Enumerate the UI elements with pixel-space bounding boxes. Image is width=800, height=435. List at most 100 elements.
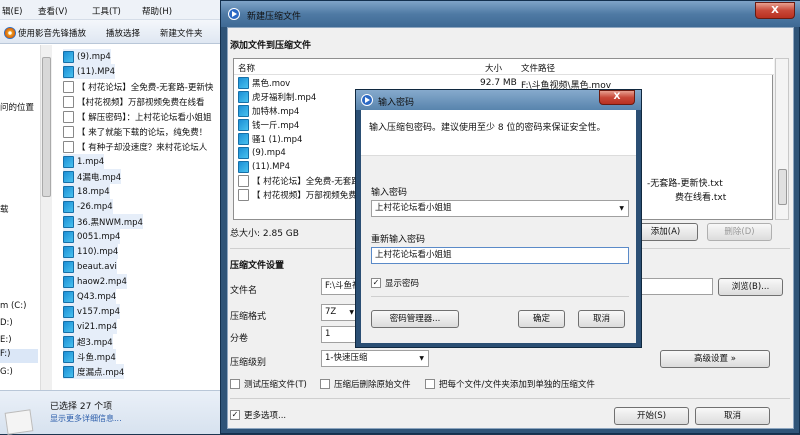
menu-view[interactable]: 查看(V): [38, 5, 67, 17]
table-row[interactable]: (11).MP4: [238, 160, 290, 174]
reenter-password-input[interactable]: 上村花论坛看小姐姐: [371, 247, 629, 264]
menu-tools[interactable]: 工具(T): [92, 5, 121, 17]
divider: [230, 398, 790, 399]
new-folder-button[interactable]: 新建文件夹: [160, 27, 203, 39]
list-item[interactable]: 【 解压密码】：上村花论坛看小姐姐: [63, 109, 211, 124]
list-item[interactable]: 4漏电.mp4: [63, 169, 122, 184]
show-details-link[interactable]: 显示更多详细信息...: [50, 413, 122, 424]
nav-item-drive-g[interactable]: G:): [0, 367, 13, 377]
table-row[interactable]: 【 村花视频】万部视频免费在线: [238, 188, 374, 202]
list-item[interactable]: Q43.mp4: [63, 289, 117, 304]
list-item[interactable]: 1.mp4: [63, 154, 105, 169]
list-item[interactable]: 【村花视频】万部视频免费在线看: [63, 94, 205, 109]
list-item[interactable]: beaut.avi: [63, 259, 117, 274]
nav-item-drive-e[interactable]: E:): [0, 335, 12, 345]
file-list: (9).mp4 (11).MP4 【 村花论坛】全免费-无套路-更新快 【村花视…: [53, 45, 225, 390]
more-options-checkbox[interactable]: ✓ 更多选项...: [230, 409, 286, 421]
list-item[interactable]: 【 来了就能下载的论坛，纯免费！: [63, 124, 207, 139]
video-file-icon: [63, 290, 74, 303]
list-item[interactable]: 18.mp4: [63, 184, 110, 199]
scrollbar-thumb[interactable]: [778, 169, 787, 205]
file-explorer-window: 辑(E) 查看(V) 工具(T) 帮助(H) 使用影音先锋播放 播放选择 新建文…: [0, 0, 225, 435]
status-bar: 已选择 27 个项 显示更多详细信息...: [0, 390, 225, 435]
password-dialog: 输入密码 X 输入压缩包密码。建议使用至少 8 位的密码来保证安全性。 输入密码…: [355, 89, 642, 348]
start-button[interactable]: 开始(S): [614, 407, 689, 425]
table-row[interactable]: (9).mp4: [238, 146, 286, 160]
col-path[interactable]: 文件路径: [521, 62, 555, 74]
table-row[interactable]: 骚1 (1).mp4: [238, 132, 302, 146]
advanced-settings-button[interactable]: 高级设置 »: [660, 350, 770, 368]
video-file-icon: [63, 65, 74, 78]
video-file-icon: [238, 91, 249, 103]
password-manager-button[interactable]: 密码管理器...: [371, 310, 459, 328]
list-item[interactable]: 0051.mp4: [63, 229, 121, 244]
password-input[interactable]: 上村花论坛看小姐姐: [371, 200, 629, 217]
delete-original-checkbox[interactable]: 压缩后删除原始文件: [320, 378, 411, 390]
close-button[interactable]: X: [599, 90, 635, 105]
list-item[interactable]: 【 村花论坛】全免费-无套路-更新快: [63, 79, 213, 94]
test-archive-checkbox[interactable]: 测试压缩文件(T): [230, 378, 307, 390]
browse-button[interactable]: 浏览(B)...: [718, 278, 783, 296]
play-selection-button[interactable]: 播放选择: [106, 27, 140, 39]
table-header: 名称 大小 文件路径: [234, 59, 774, 75]
check-icon: ✓: [371, 278, 381, 288]
table-row[interactable]: 加特林.mp4: [238, 104, 299, 118]
nav-item-drive-f[interactable]: F:): [0, 349, 38, 363]
list-item[interactable]: -26.mp4: [63, 199, 113, 214]
video-file-icon: [63, 50, 74, 63]
video-file-icon: [63, 365, 74, 378]
nav-item-drive-d[interactable]: D:): [0, 318, 13, 328]
show-password-checkbox[interactable]: ✓ 显示密码: [371, 277, 419, 289]
password-dialog-title: 输入密码: [378, 98, 415, 108]
table-row[interactable]: 钱一斤.mp4: [238, 118, 299, 132]
nav-item-drive-c[interactable]: m (C:): [0, 301, 26, 311]
list-item[interactable]: (9).mp4: [63, 49, 111, 64]
list-item[interactable]: 110).mp4: [63, 244, 119, 259]
table-scrollbar[interactable]: [775, 58, 789, 220]
cancel-button[interactable]: 取消: [578, 310, 625, 328]
table-row[interactable]: 【 村花论坛】全免费-无套路-: [238, 174, 363, 188]
video-file-icon: [63, 230, 74, 243]
password-titlebar[interactable]: 输入密码 X: [356, 90, 641, 110]
col-size[interactable]: 大小: [485, 62, 502, 74]
table-row[interactable]: 黑色.mov: [238, 76, 290, 90]
nav-scrollbar[interactable]: [40, 45, 52, 390]
remove-button[interactable]: 删除(D): [707, 223, 772, 241]
filename-field[interactable]: F:\斗鱼视: [321, 278, 359, 295]
ok-button[interactable]: 确定: [518, 310, 565, 328]
video-file-icon: [63, 260, 74, 273]
video-file-icon: [63, 350, 74, 363]
table-row[interactable]: 虎牙福利制.mp4: [238, 90, 316, 104]
app-icon: [361, 94, 373, 106]
level-select[interactable]: 1-快速压缩: [321, 350, 429, 367]
text-file-icon: [238, 189, 249, 201]
list-item[interactable]: (11).MP4: [63, 64, 116, 79]
list-item[interactable]: haow2.mp4: [63, 274, 127, 289]
list-item[interactable]: 斗鱼.mp4: [63, 349, 116, 364]
list-item[interactable]: vi21.mp4: [63, 319, 117, 334]
format-select[interactable]: 7Z: [321, 304, 359, 321]
list-item[interactable]: 36.黑NWM.mp4: [63, 214, 143, 229]
list-item[interactable]: 超3.mp4: [63, 334, 113, 349]
filename-field-tail[interactable]: [638, 278, 713, 295]
dialog-titlebar[interactable]: 新建压缩文件 X: [221, 1, 800, 27]
text-file-icon: [63, 125, 74, 138]
text-file-icon: [63, 95, 74, 108]
menu-edit[interactable]: 辑(E): [2, 5, 23, 17]
list-item[interactable]: 【 有种子却没速度？来村花论坛人: [63, 139, 207, 154]
video-file-icon: [63, 215, 74, 228]
nav-item-recent[interactable]: 问的位置: [0, 101, 34, 113]
list-item[interactable]: v157.mp4: [63, 304, 121, 319]
cancel-button[interactable]: 取消: [695, 407, 770, 425]
video-file-icon: [63, 245, 74, 258]
add-button[interactable]: 添加(A): [633, 223, 698, 241]
col-name[interactable]: 名称: [238, 62, 255, 74]
list-item[interactable]: 度漏点.mp4: [63, 364, 125, 379]
nav-item-downloads[interactable]: 载: [0, 203, 9, 215]
close-button[interactable]: X: [755, 2, 795, 19]
split-field[interactable]: 1: [321, 326, 359, 343]
play-with-button[interactable]: 使用影音先锋播放: [18, 27, 86, 39]
scrollbar-thumb[interactable]: [42, 57, 51, 197]
menu-help[interactable]: 帮助(H): [142, 5, 172, 17]
separate-archives-checkbox[interactable]: 把每个文件/文件夹添加到单独的压缩文件: [425, 378, 595, 390]
